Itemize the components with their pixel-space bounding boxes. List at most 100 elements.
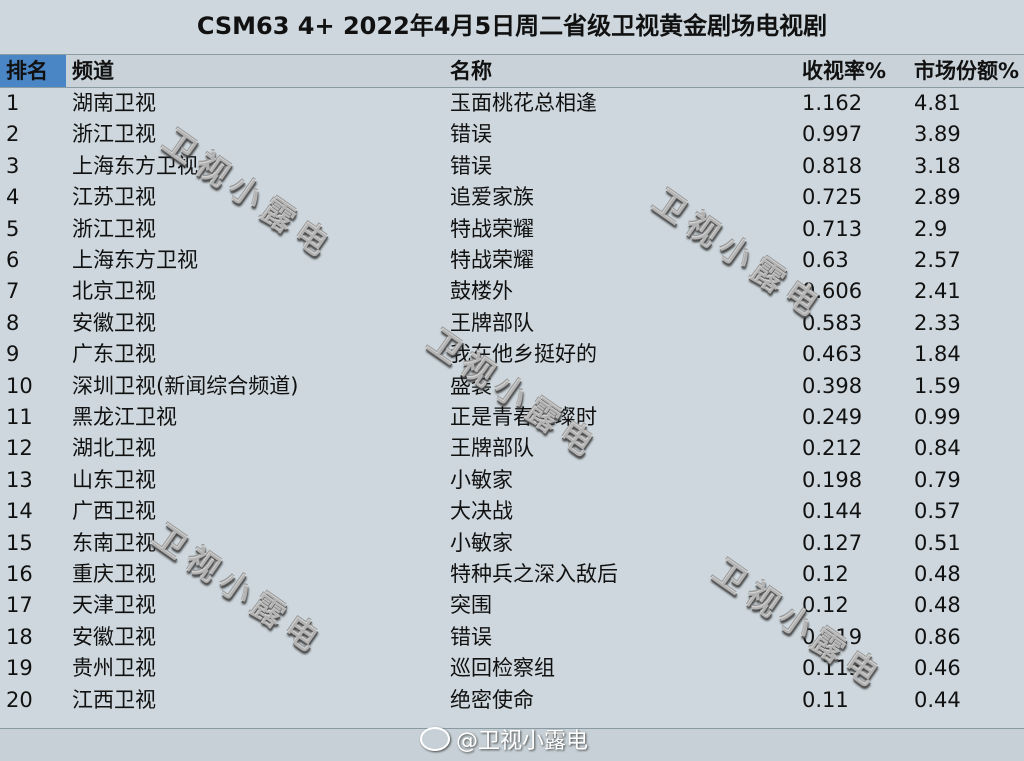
cell-rank[interactable]: 6 bbox=[6, 245, 19, 276]
cell-name[interactable]: 错误 bbox=[450, 151, 492, 182]
cell-rating[interactable]: 0.198 bbox=[802, 465, 862, 496]
cell-rank[interactable]: 14 bbox=[6, 496, 33, 527]
cell-channel[interactable]: 广西卫视 bbox=[72, 496, 156, 527]
cell-share[interactable]: 2.33 bbox=[914, 308, 961, 339]
cell-channel[interactable]: 湖北卫视 bbox=[72, 433, 156, 464]
cell-name[interactable]: 正是青春璀璨时 bbox=[450, 402, 597, 433]
cell-rating[interactable]: 0.398 bbox=[802, 371, 862, 402]
cell-share[interactable]: 3.89 bbox=[914, 119, 961, 150]
cell-rank[interactable]: 19 bbox=[6, 653, 33, 684]
cell-share[interactable]: 1.59 bbox=[914, 371, 961, 402]
cell-name[interactable]: 错误 bbox=[450, 622, 492, 653]
cell-channel[interactable]: 深圳卫视(新闻综合频道) bbox=[72, 371, 298, 402]
cell-rank[interactable]: 4 bbox=[6, 182, 19, 213]
cell-rank[interactable]: 8 bbox=[6, 308, 19, 339]
cell-rank[interactable]: 13 bbox=[6, 465, 33, 496]
cell-channel[interactable]: 安徽卫视 bbox=[72, 308, 156, 339]
cell-name[interactable]: 王牌部队 bbox=[450, 308, 534, 339]
cell-rank[interactable]: 2 bbox=[6, 119, 19, 150]
cell-rating[interactable]: 0.12 bbox=[802, 559, 849, 590]
cell-channel[interactable]: 湖南卫视 bbox=[72, 88, 156, 119]
cell-channel[interactable]: 浙江卫视 bbox=[72, 214, 156, 245]
cell-rank[interactable]: 10 bbox=[6, 371, 33, 402]
cell-rating[interactable]: 0.12 bbox=[802, 590, 849, 621]
cell-name[interactable]: 巡回检察组 bbox=[450, 653, 555, 684]
cell-channel[interactable]: 上海东方卫视 bbox=[72, 245, 198, 276]
cell-channel[interactable]: 安徽卫视 bbox=[72, 622, 156, 653]
cell-channel[interactable]: 贵州卫视 bbox=[72, 653, 156, 684]
cell-rating[interactable]: 0.713 bbox=[802, 214, 862, 245]
cell-share[interactable]: 0.46 bbox=[914, 653, 961, 684]
cell-share[interactable]: 4.81 bbox=[914, 88, 961, 119]
cell-share[interactable]: 3.18 bbox=[914, 151, 961, 182]
cell-name[interactable]: 小敏家 bbox=[450, 465, 513, 496]
cell-channel[interactable]: 天津卫视 bbox=[72, 590, 156, 621]
cell-channel[interactable]: 江西卫视 bbox=[72, 685, 156, 716]
cell-share[interactable]: 0.48 bbox=[914, 590, 961, 621]
cell-share[interactable]: 0.79 bbox=[914, 465, 961, 496]
cell-channel[interactable]: 浙江卫视 bbox=[72, 119, 156, 150]
cell-rank[interactable]: 1 bbox=[6, 88, 19, 119]
cell-rank[interactable]: 15 bbox=[6, 528, 33, 559]
cell-rating[interactable]: 0.212 bbox=[802, 433, 862, 464]
cell-name[interactable]: 特种兵之深入敌后 bbox=[450, 559, 618, 590]
cell-rank[interactable]: 16 bbox=[6, 559, 33, 590]
cell-share[interactable]: 0.86 bbox=[914, 622, 961, 653]
cell-name[interactable]: 追爱家族 bbox=[450, 182, 534, 213]
cell-rank[interactable]: 3 bbox=[6, 151, 19, 182]
cell-rating[interactable]: 0.997 bbox=[802, 119, 862, 150]
cell-share[interactable]: 2.57 bbox=[914, 245, 961, 276]
cell-rank[interactable]: 5 bbox=[6, 214, 19, 245]
cell-share[interactable]: 2.89 bbox=[914, 182, 961, 213]
cell-rank[interactable]: 9 bbox=[6, 339, 19, 370]
cell-name[interactable]: 鼓楼外 bbox=[450, 276, 513, 307]
cell-name[interactable]: 盛装 bbox=[450, 371, 492, 402]
cell-channel[interactable]: 东南卫视 bbox=[72, 528, 156, 559]
cell-channel[interactable]: 黑龙江卫视 bbox=[72, 402, 177, 433]
cell-share[interactable]: 2.9 bbox=[914, 214, 947, 245]
cell-rating[interactable]: 0.144 bbox=[802, 496, 862, 527]
cell-rating[interactable]: 0.127 bbox=[802, 528, 862, 559]
cell-channel[interactable]: 广东卫视 bbox=[72, 339, 156, 370]
cell-rating[interactable]: 0.115 bbox=[802, 653, 862, 684]
cell-rating[interactable]: 0.583 bbox=[802, 308, 862, 339]
cell-rating[interactable]: 0.606 bbox=[802, 276, 862, 307]
cell-name[interactable]: 小敏家 bbox=[450, 528, 513, 559]
cell-name[interactable]: 玉面桃花总相逢 bbox=[450, 88, 597, 119]
cell-channel[interactable]: 上海东方卫视 bbox=[72, 151, 198, 182]
cell-name[interactable]: 特战荣耀 bbox=[450, 214, 534, 245]
cell-channel[interactable]: 山东卫视 bbox=[72, 465, 156, 496]
cell-share[interactable]: 0.51 bbox=[914, 528, 961, 559]
cell-rank[interactable]: 7 bbox=[6, 276, 19, 307]
cell-rating[interactable]: 0.63 bbox=[802, 245, 849, 276]
cell-share[interactable]: 0.48 bbox=[914, 559, 961, 590]
cell-name[interactable]: 突围 bbox=[450, 590, 492, 621]
cell-share[interactable]: 1.84 bbox=[914, 339, 961, 370]
cell-rank[interactable]: 11 bbox=[6, 402, 33, 433]
cell-rating[interactable]: 0.725 bbox=[802, 182, 862, 213]
cell-name[interactable]: 大决战 bbox=[450, 496, 513, 527]
cell-rank[interactable]: 18 bbox=[6, 622, 33, 653]
cell-share[interactable]: 0.84 bbox=[914, 433, 961, 464]
cell-rank[interactable]: 17 bbox=[6, 590, 33, 621]
cell-share[interactable]: 0.44 bbox=[914, 685, 961, 716]
cell-rank[interactable]: 12 bbox=[6, 433, 33, 464]
cell-share[interactable]: 2.41 bbox=[914, 276, 961, 307]
cell-name[interactable]: 我在他乡挺好的 bbox=[450, 339, 597, 370]
cell-name[interactable]: 绝密使命 bbox=[450, 685, 534, 716]
cell-rating[interactable]: 0.11 bbox=[802, 685, 849, 716]
cell-rating[interactable]: 1.162 bbox=[802, 88, 862, 119]
cell-channel[interactable]: 重庆卫视 bbox=[72, 559, 156, 590]
cell-share[interactable]: 0.99 bbox=[914, 402, 961, 433]
cell-rating[interactable]: 0.119 bbox=[802, 622, 862, 653]
cell-channel[interactable]: 江苏卫视 bbox=[72, 182, 156, 213]
cell-rating[interactable]: 0.249 bbox=[802, 402, 862, 433]
cell-rank[interactable]: 20 bbox=[6, 685, 33, 716]
cell-name[interactable]: 特战荣耀 bbox=[450, 245, 534, 276]
cell-name[interactable]: 错误 bbox=[450, 119, 492, 150]
cell-share[interactable]: 0.57 bbox=[914, 496, 961, 527]
cell-channel[interactable]: 北京卫视 bbox=[72, 276, 156, 307]
cell-rating[interactable]: 0.818 bbox=[802, 151, 862, 182]
cell-name[interactable]: 王牌部队 bbox=[450, 433, 534, 464]
cell-rating[interactable]: 0.463 bbox=[802, 339, 862, 370]
